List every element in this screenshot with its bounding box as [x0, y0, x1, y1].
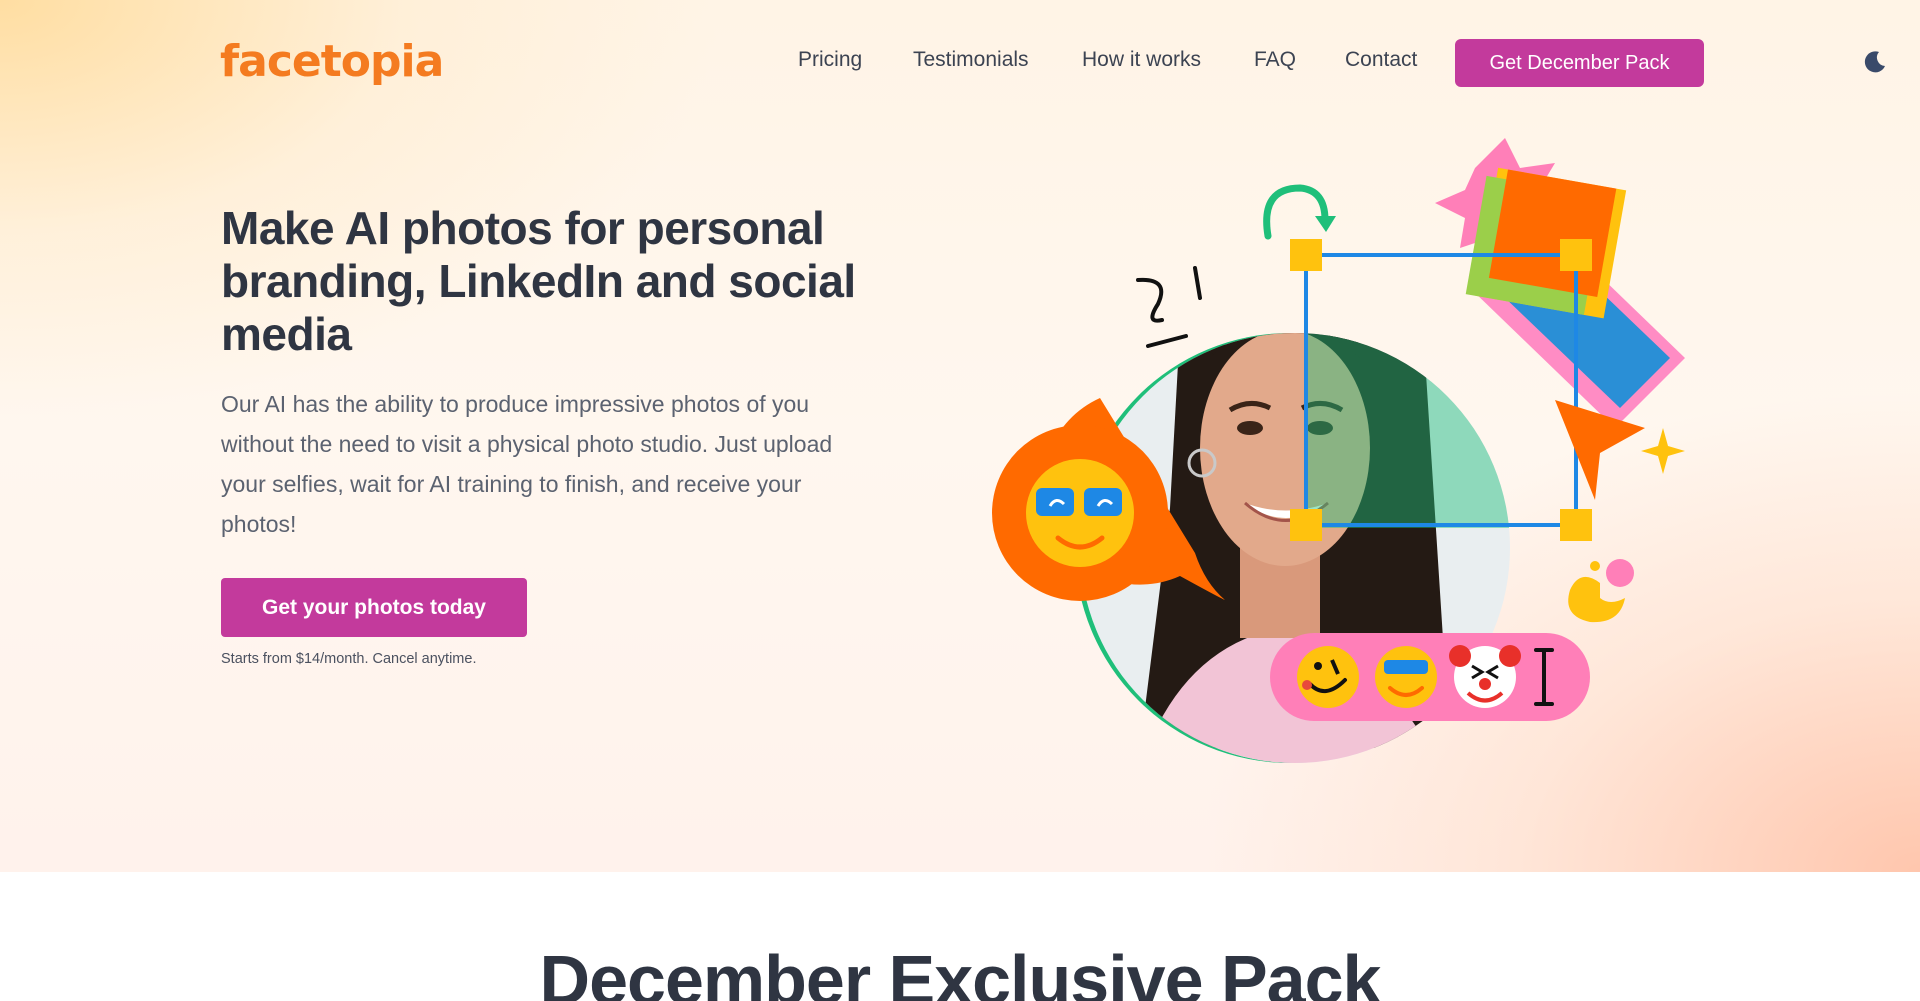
nav-pricing[interactable]: Pricing	[798, 48, 862, 72]
get-photos-button[interactable]: Get your photos today	[221, 578, 527, 637]
hero-description: Our AI has the ability to produce impres…	[221, 391, 833, 537]
nav-faq[interactable]: FAQ	[1254, 48, 1296, 72]
pink-dot-shape	[1606, 559, 1634, 587]
logo-wordmark: facetopia	[220, 36, 443, 87]
selection-handle-bottom-left	[1290, 509, 1322, 541]
pricing-note: Starts from $14/month. Cancel anytime.	[221, 651, 477, 667]
rotate-arrow-icon	[1263, 184, 1336, 240]
facetopia-logo[interactable]: facetopia	[220, 36, 452, 90]
get-december-pack-button[interactable]: Get December Pack	[1455, 39, 1704, 87]
color-square-shape	[1465, 167, 1627, 319]
hero-section: facetopia Pricing Testimonials How it wo…	[0, 0, 1920, 872]
nav-testimonials[interactable]: Testimonials	[913, 48, 1029, 72]
sparkle-icon	[1641, 428, 1685, 474]
december-pack-title: December Exclusive Pack	[539, 941, 1382, 1001]
selection-handle-bottom-right	[1560, 509, 1592, 541]
doodle-marks	[1136, 266, 1202, 348]
moon-icon[interactable]	[1862, 49, 1888, 75]
pointer-arrow-icon	[1555, 400, 1645, 500]
hero-headline: Make AI photos for personal branding, Li…	[221, 202, 856, 360]
selection-handle-top-right	[1560, 239, 1592, 271]
selection-handle-top-left	[1290, 239, 1322, 271]
cool-emoji-icon	[1375, 646, 1437, 708]
hero-illustration	[992, 138, 1685, 763]
wink-emoji-icon	[1297, 646, 1359, 708]
nav-how-it-works[interactable]: How it works	[1082, 48, 1201, 72]
nav-contact[interactable]: Contact	[1345, 48, 1417, 72]
emoji-toolbar	[1270, 633, 1590, 721]
